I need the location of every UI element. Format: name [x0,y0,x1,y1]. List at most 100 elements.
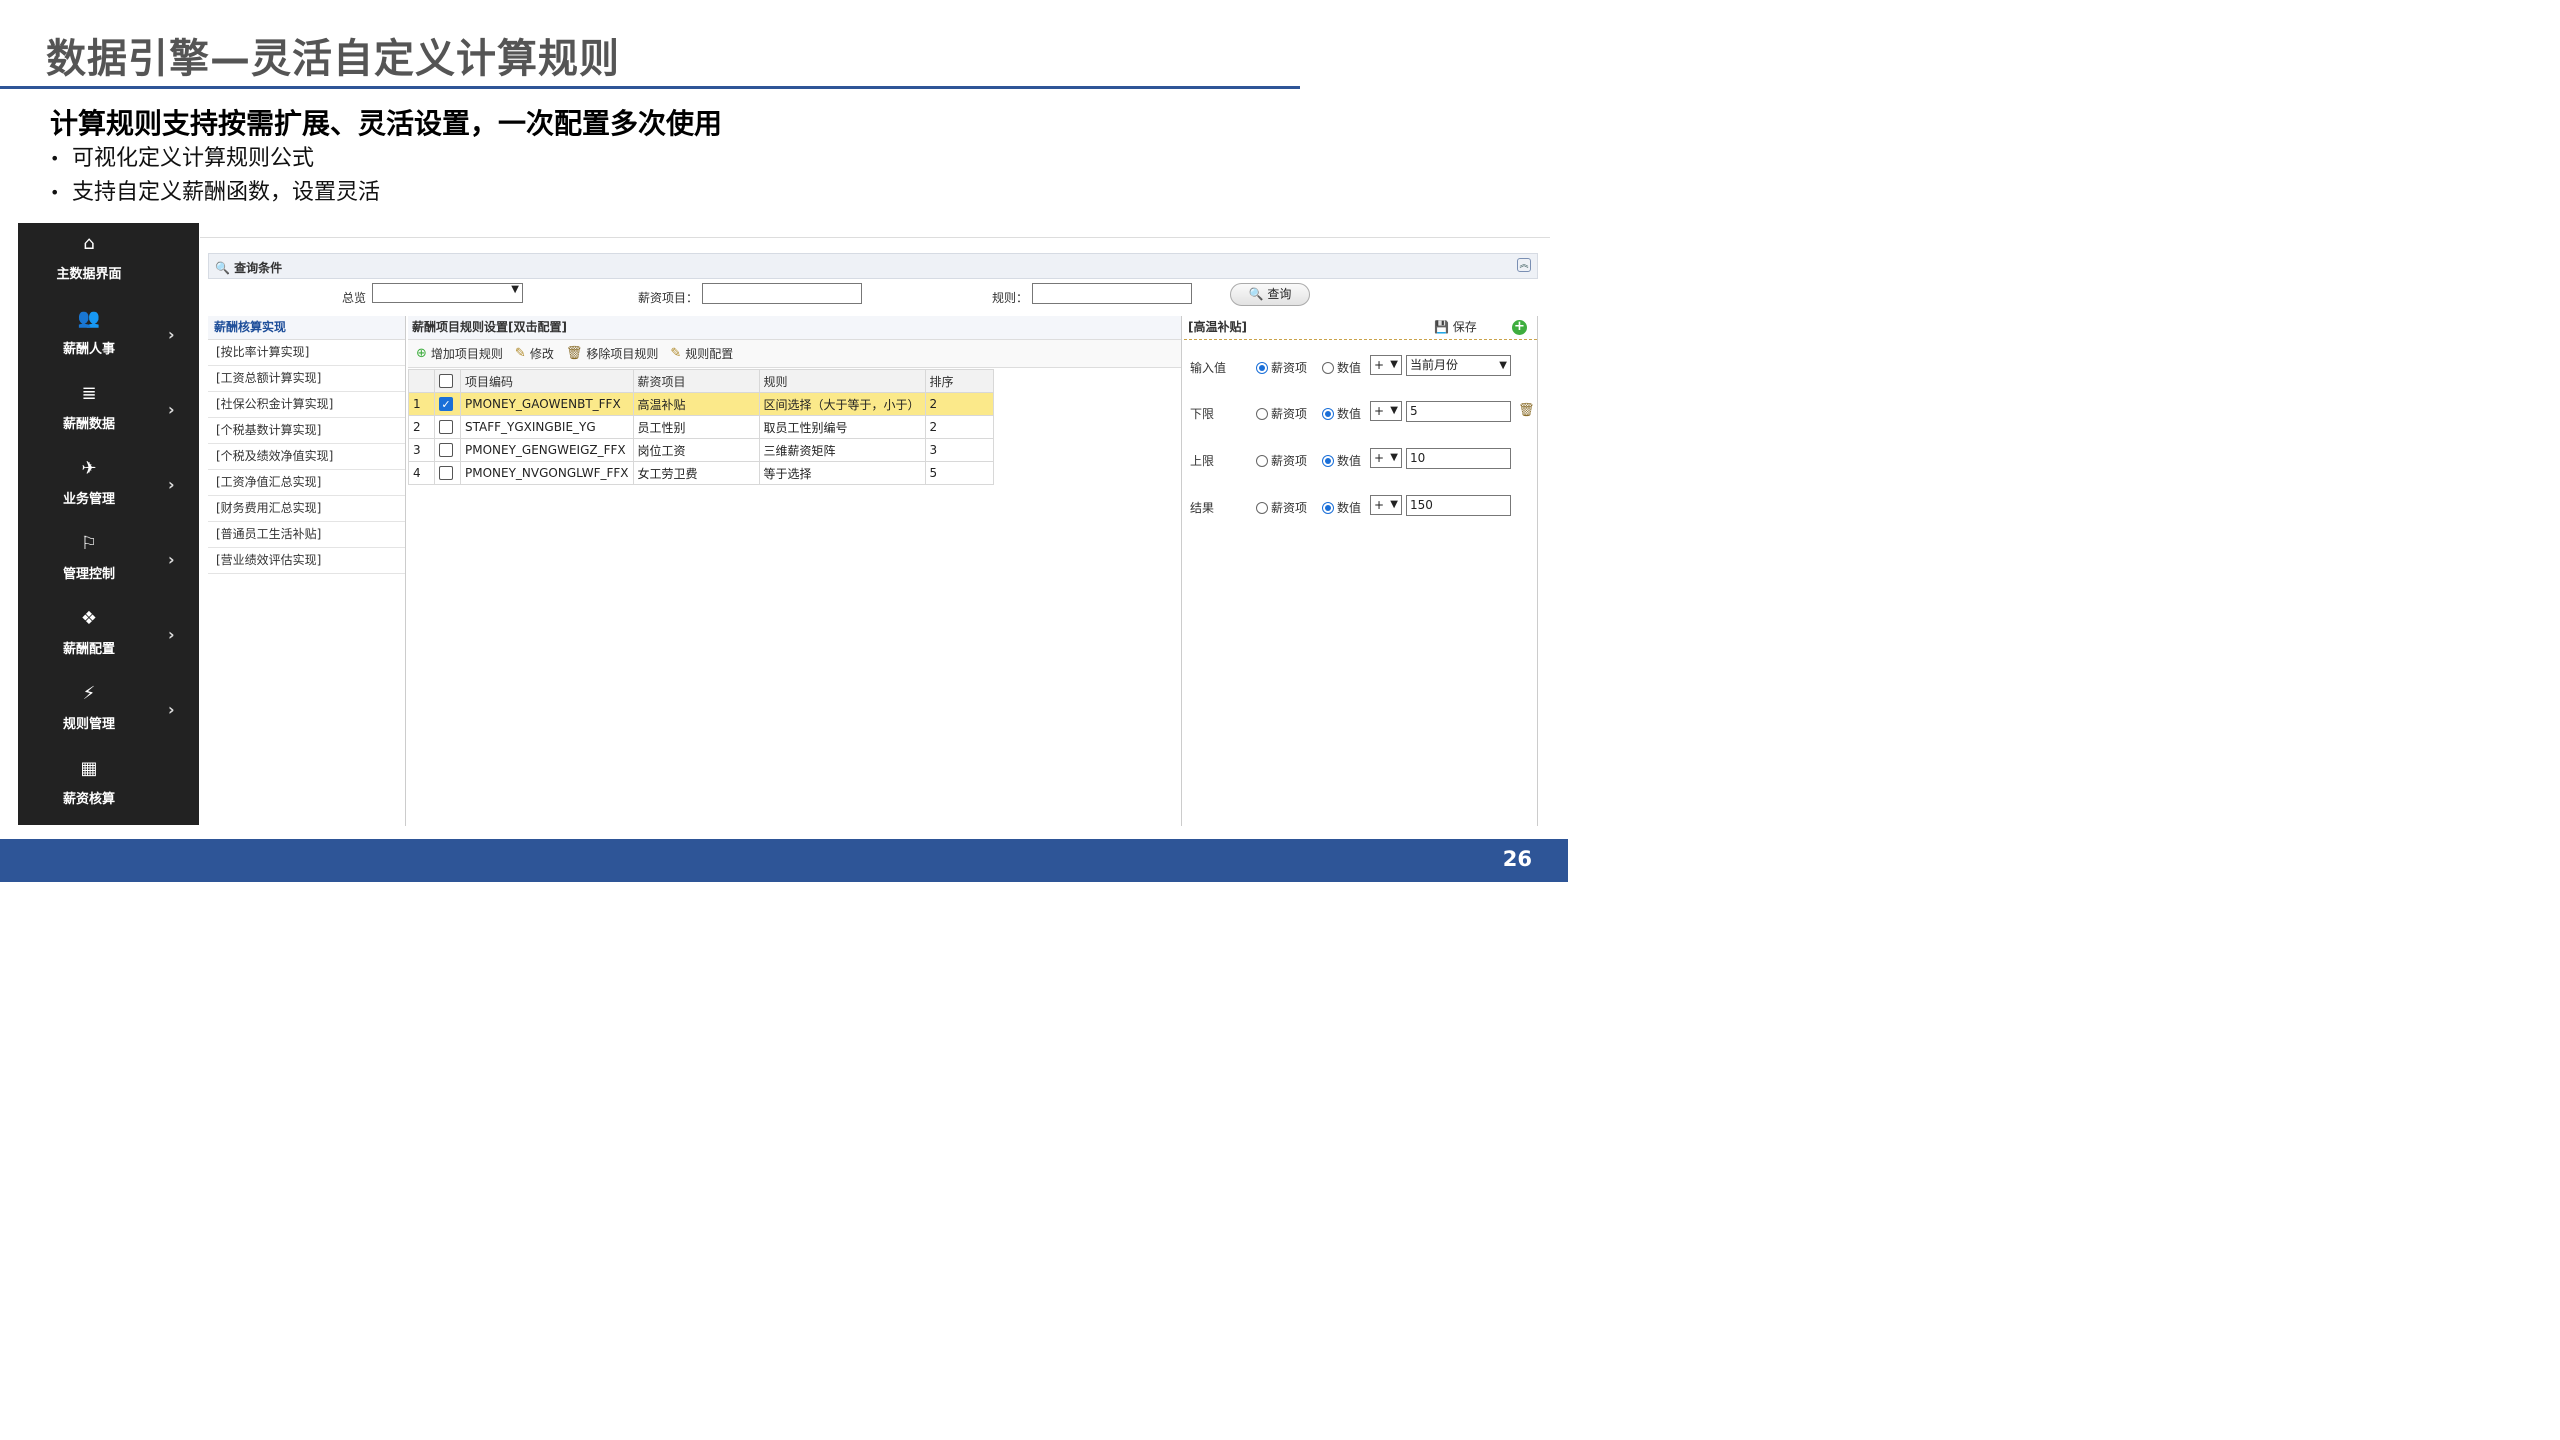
cell-order: 2 [924,415,994,439]
radio-salary-item[interactable]: 薪资项 [1256,405,1307,422]
radio-salary-item[interactable]: 薪资项 [1256,359,1307,376]
row-checkbox[interactable]: ✓ [434,392,461,416]
chevron-down-icon: ▼ [1390,359,1398,370]
upper-bound-input[interactable]: 10 [1406,448,1511,469]
chevron-right-icon: › [168,475,175,494]
list-item[interactable]: [个税基数计算实现] [208,418,405,444]
rule-settings-panel: 薪酬项目规则设置[双击配置] ⊕ 增加项目规则 ✎ 修改 🗑 移除项目规则 ✎ 规则配置… [408,316,1182,826]
cell-code: PMONEY_GAOWENBT_FFX [460,392,634,416]
cell-item: 岗位工资 [632,438,760,462]
sidebar-item-payroll[interactable]: ▦ 薪资核算 [18,748,199,823]
operator-select[interactable]: + ▼ [1370,495,1402,515]
sidebar: ⌂ 主数据界面 👥 薪酬人事 › ≣ 薪酬数据 › ✈ 业务管理 › ⚐ 管理控… [18,223,199,825]
radio-numeric[interactable]: 数值 [1322,452,1361,469]
overview-select[interactable]: ▼ [372,283,523,303]
result-row: 结果 薪资项 数值 + ▼ 150 [1184,492,1538,522]
plane-icon: ✈ [81,458,97,479]
sidebar-item-label: 薪酬配置 [62,642,115,657]
table-row[interactable]: 3 PMONEY_GENGWEIGZ_FFX 岗位工资 三维薪资矩阵 3 [408,438,994,462]
database-icon: ≣ [81,383,97,404]
cell-order: 5 [924,461,994,485]
search-icon: 🔍 [215,261,230,275]
sidebar-item-label: 主数据界面 [56,267,122,282]
rule-config-button[interactable]: ✎ 规则配置 [670,345,733,362]
calc-impl-header: 薪酬核算实现 [208,316,405,340]
add-icon[interactable]: + [1512,320,1527,335]
list-item[interactable]: [营业绩效评估实现] [208,548,405,574]
cell-order: 3 [924,438,994,462]
list-item[interactable]: [工资净值汇总实现] [208,470,405,496]
save-button[interactable]: 💾 保存 [1434,316,1477,338]
edit-button[interactable]: ✎ 修改 [515,345,554,362]
rule-label: 规则： [992,291,1029,305]
cell-order: 2 [924,392,994,416]
row-number: 3 [408,438,435,462]
sidebar-item-hr[interactable]: 👥 薪酬人事 › [18,298,199,373]
bullet-list: • 可视化定义计算规则公式 • 支持自定义薪酬函数，设置灵活 [50,142,380,210]
column-header[interactable]: 薪资项目 [632,369,760,393]
field-label: 下限 [1190,407,1215,421]
table-row[interactable]: 2 STAFF_YGXINGBIE_YG 员工性别 取员工性别编号 2 [408,415,994,439]
cell-item: 高温补贴 [632,392,760,416]
column-header[interactable]: 规则 [758,369,926,393]
chevron-right-icon: › [168,325,175,344]
trash-icon: 🗑 [565,346,583,361]
select-all-checkbox[interactable] [434,369,461,393]
query-row: 总览 ▼ 薪资项目： 规则： 🔍 查询 [208,280,1538,310]
rule-input[interactable] [1032,283,1192,304]
lower-bound-input[interactable]: 5 [1406,401,1511,422]
radio-numeric[interactable]: 数值 [1322,499,1361,516]
plug-icon: ⚡ [82,683,96,704]
list-item[interactable]: [普通员工生活补贴] [208,522,405,548]
chevron-right-icon: › [168,625,175,644]
salary-item-input[interactable] [702,283,862,304]
row-checkbox[interactable] [434,415,461,439]
slide-subtitle: 计算规则支持按需扩展、灵活设置，一次配置多次使用 [50,107,723,140]
operator-select[interactable]: + ▼ [1370,448,1402,468]
sidebar-item-label: 薪资核算 [62,792,115,807]
sidebar-item-label: 薪酬人事 [62,342,115,357]
chevron-down-icon: ▼ [1390,405,1398,416]
remove-rule-button[interactable]: 🗑 移除项目规则 [566,345,659,362]
overview-label: 总览 [342,291,367,305]
column-header[interactable]: 排序 [924,369,994,393]
sidebar-item-label: 薪酬数据 [62,417,115,432]
row-checkbox[interactable] [434,461,461,485]
sidebar-item-rules[interactable]: ⚡ 规则管理 › [18,673,199,748]
cell-item: 女工劳卫费 [632,461,760,485]
cell-code: PMONEY_NVGONGLWF_FFX [460,461,634,485]
sidebar-item-business[interactable]: ✈ 业务管理 › [18,448,199,523]
sidebar-item-config[interactable]: ❖ 薪酬配置 › [18,598,199,673]
search-button[interactable]: 🔍 查询 [1230,283,1310,306]
search-icon: 🔍 [1248,287,1264,301]
radio-salary-item[interactable]: 薪资项 [1256,452,1307,469]
list-item[interactable]: [社保公积金计算实现] [208,392,405,418]
radio-numeric[interactable]: 数值 [1322,359,1361,376]
flag-icon: ⚐ [80,533,98,554]
sidebar-item-label: 规则管理 [62,717,115,732]
radio-numeric[interactable]: 数值 [1322,405,1361,422]
radio-salary-item[interactable]: 薪资项 [1256,499,1307,516]
collapse-icon[interactable]: ︽ [1517,258,1531,272]
trash-icon[interactable]: 🗑 [1518,403,1535,418]
page-number: 26 [1502,847,1532,871]
add-rule-button[interactable]: ⊕ 增加项目规则 [416,345,503,362]
table-row[interactable]: 4 PMONEY_NVGONGLWF_FFX 女工劳卫费 等于选择 5 [408,461,994,485]
row-checkbox[interactable] [434,438,461,462]
list-item[interactable]: [个税及绩效净值实现] [208,444,405,470]
rule-settings-header: 薪酬项目规则设置[双击配置] [408,316,1181,340]
result-input[interactable]: 150 [1406,495,1511,516]
list-item[interactable]: [按比率计算实现] [208,340,405,366]
field-label: 结果 [1190,501,1215,515]
column-header[interactable]: 项目编码 [460,369,634,393]
operator-select[interactable]: + ▼ [1370,355,1402,375]
sidebar-item-data[interactable]: ≣ 薪酬数据 › [18,373,199,448]
config-icon: ✎ [670,346,682,361]
list-item[interactable]: [工资总额计算实现] [208,366,405,392]
operator-select[interactable]: + ▼ [1370,401,1402,421]
list-item[interactable]: [财务费用汇总实现] [208,496,405,522]
sidebar-item-home[interactable]: ⌂ 主数据界面 [18,223,199,298]
input-value-select[interactable]: 当前月份 ▼ [1406,355,1511,376]
table-row[interactable]: 1 ✓ PMONEY_GAOWENBT_FFX 高温补贴 区间选择（大于等于，小… [408,392,994,416]
sidebar-item-control[interactable]: ⚐ 管理控制 › [18,523,199,598]
